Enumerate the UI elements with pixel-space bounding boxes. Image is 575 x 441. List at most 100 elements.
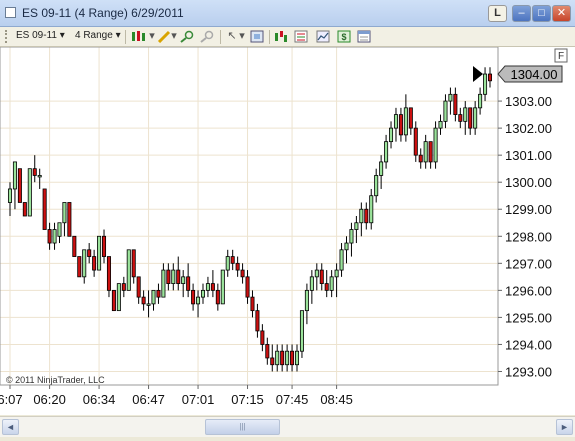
candle-body	[131, 249, 136, 278]
candle-body	[240, 269, 245, 278]
pen-icon[interactable]	[157, 30, 171, 44]
candle-body	[418, 154, 423, 163]
candlestick-chart[interactable]: 1293.00 1294.00 1295.00 1296.00 1297.00 1298.…	[0, 46, 575, 415]
candle-body	[275, 350, 280, 366]
bar-type-icon[interactable]	[131, 30, 149, 43]
dollar-icon[interactable]: $	[337, 30, 351, 43]
candle-up	[483, 67, 488, 102]
candle-down	[418, 148, 423, 169]
scroll-thumb[interactable]: |||	[205, 419, 280, 435]
candle-down	[280, 344, 285, 372]
x-axis: 6:07 06:20 06:34 06:47 07:01 07:15 07:45 08:45	[0, 385, 353, 407]
candle-up	[299, 310, 304, 358]
scroll-left-button[interactable]: ◄	[2, 419, 19, 435]
candle-down	[77, 256, 82, 278]
indicators-icon[interactable]	[274, 30, 288, 43]
scroll-right-button[interactable]: ►	[556, 419, 573, 435]
candle-down	[413, 121, 418, 162]
chevron-down-icon: ▾	[115, 30, 121, 41]
candle-body	[295, 350, 300, 366]
candle-up	[393, 107, 398, 142]
last-price-label: 1304.00	[511, 67, 558, 82]
x-tick-label: 08:45	[320, 392, 353, 407]
candle-up	[151, 289, 156, 311]
candle-up	[275, 344, 280, 372]
title-bar[interactable]: ES 09-11 (4 Range) 6/29/2011 L – □ ✕	[0, 0, 575, 27]
candle-up	[344, 236, 349, 264]
candle-down	[215, 283, 220, 311]
chevron-down-icon[interactable]: ▾	[238, 30, 246, 43]
candle-up	[304, 283, 309, 325]
candle-body	[408, 107, 413, 129]
chart-style-icon[interactable]	[316, 30, 330, 43]
candle-down	[72, 235, 77, 257]
candle-up	[126, 249, 131, 291]
candle-body	[136, 276, 141, 298]
candle-body	[17, 168, 22, 203]
cursor-icon[interactable]: ↖	[225, 30, 239, 43]
candle-up	[354, 216, 359, 244]
candle-body	[67, 202, 72, 237]
zoom-icon[interactable]	[180, 30, 194, 43]
candle-down	[191, 283, 196, 311]
candle-up	[309, 270, 314, 304]
chart-area[interactable]: 1293.00 1294.00 1295.00 1296.00 1297.00 1298.…	[0, 46, 575, 415]
y-tick-label: 1294.00	[505, 337, 552, 352]
candle-up	[443, 94, 448, 129]
candle-body	[334, 269, 339, 278]
candle-body	[146, 303, 151, 306]
toolbar-grip[interactable]	[5, 30, 10, 43]
candle-down	[106, 256, 111, 298]
zoom-out-icon[interactable]	[200, 30, 214, 43]
candle-down	[92, 249, 97, 277]
candle-body	[280, 350, 285, 366]
candle-body	[309, 276, 314, 291]
y-axis: 1293.00 1294.00 1295.00 1296.00 1297.00 1298.…	[498, 94, 552, 379]
chevron-down-icon[interactable]: ▾	[170, 30, 178, 43]
candle-body	[398, 114, 403, 136]
drawing-objects-icon[interactable]	[250, 30, 264, 43]
candle-body	[215, 289, 220, 305]
minimize-button[interactable]: –	[512, 5, 531, 22]
chart-toolbar: ES 09-11 ▾ 4 Range ▾ ▾ ▾ ↖ ▾ $	[0, 27, 575, 47]
candle-body	[196, 296, 201, 305]
candle-down	[131, 249, 136, 284]
layout-button[interactable]: L	[488, 5, 507, 22]
candle-down	[408, 107, 413, 135]
candle-up	[181, 270, 186, 298]
candle-body	[389, 127, 394, 143]
candle-body	[379, 161, 384, 176]
candle-body	[225, 256, 230, 271]
maximize-button[interactable]: □	[532, 5, 551, 22]
strategies-icon[interactable]	[294, 30, 308, 43]
candle-up	[295, 344, 300, 372]
candle-up	[285, 344, 290, 372]
interval-dropdown[interactable]: 4 Range ▾	[75, 30, 121, 41]
candle-up	[334, 263, 339, 298]
candle-up	[314, 263, 319, 291]
candle-down	[141, 290, 146, 311]
candle-body	[304, 289, 309, 312]
candle-body	[106, 256, 111, 291]
chevron-down-icon[interactable]: ▾	[148, 30, 156, 43]
instrument-dropdown[interactable]: ES 09-11 ▾	[16, 30, 65, 41]
last-price-arrow	[473, 66, 483, 83]
candle-body	[121, 283, 126, 291]
candle-body	[92, 256, 97, 271]
candle-body	[161, 269, 166, 298]
candle-body	[47, 229, 52, 244]
horizontal-scrollbar[interactable]: ◄ ||| ►	[0, 416, 575, 437]
x-tick-label: 07:15	[231, 392, 264, 407]
candle-body	[314, 269, 319, 278]
candle-body	[458, 114, 463, 122]
candle-body	[42, 188, 47, 230]
candle-up	[473, 101, 478, 135]
candle-body	[448, 93, 453, 102]
properties-icon[interactable]	[357, 30, 371, 43]
candle-body	[191, 289, 196, 305]
candle-body	[32, 168, 37, 176]
candle-down	[364, 202, 369, 230]
candle-down	[22, 202, 27, 217]
close-button[interactable]: ✕	[552, 5, 571, 22]
candle-down	[47, 222, 52, 250]
